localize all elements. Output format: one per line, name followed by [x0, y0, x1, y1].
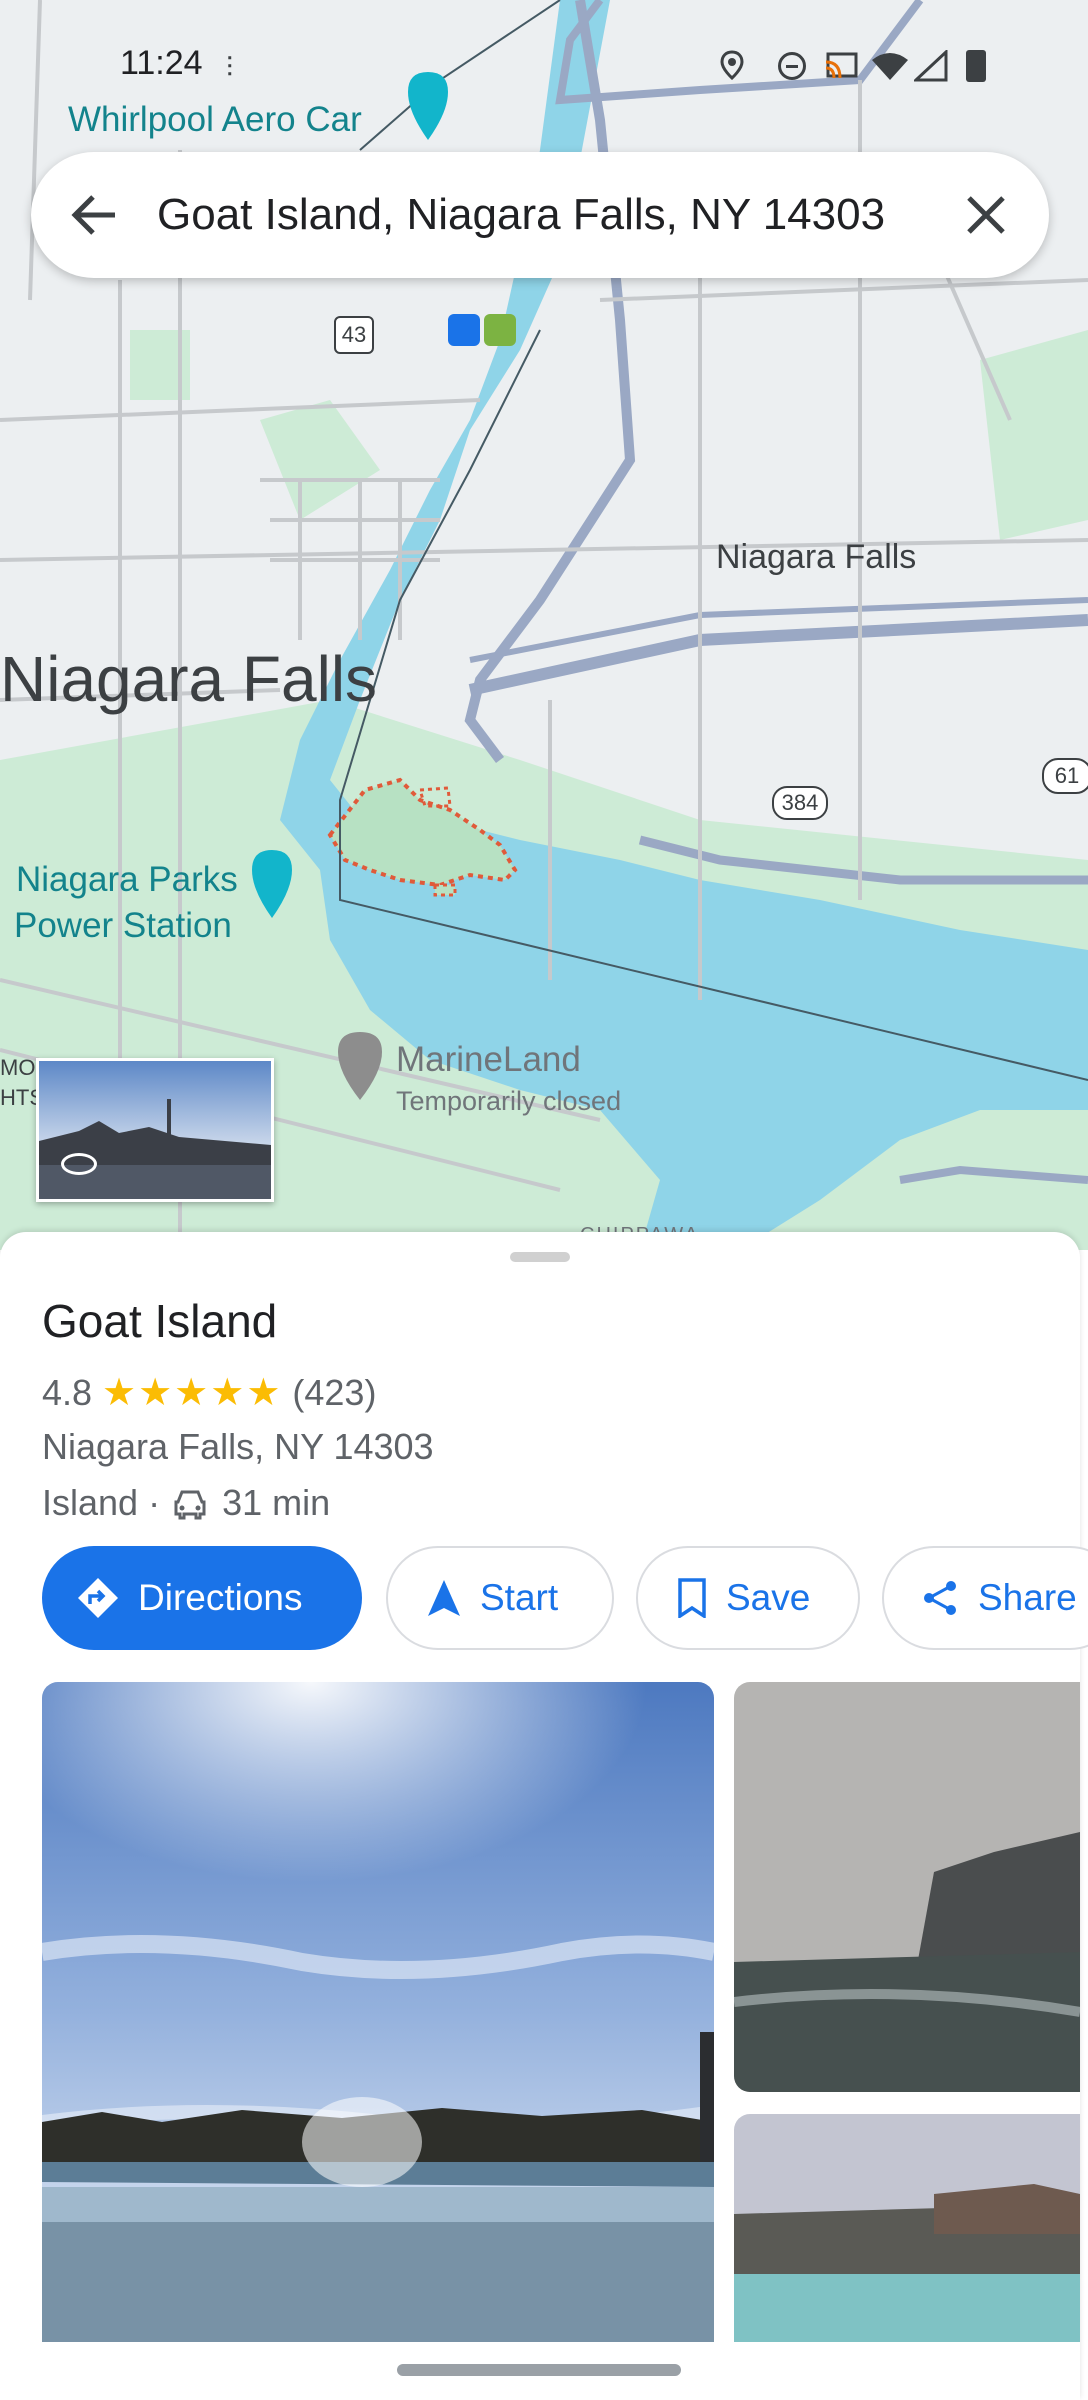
close-icon[interactable] — [959, 188, 1013, 242]
share-icon — [920, 1578, 960, 1618]
car-icon — [172, 1487, 208, 1520]
gesture-nav-bar[interactable] — [397, 2364, 681, 2376]
share-label: Share — [978, 1577, 1077, 1618]
map-label-whirlpool[interactable]: Whirlpool Aero Car — [68, 100, 362, 140]
status-bar: 11:24 ⫶ — [0, 30, 1088, 100]
location-icon — [720, 50, 744, 80]
battery-icon — [966, 50, 986, 82]
sheet-drag-handle[interactable] — [510, 1252, 570, 1262]
map-label-niagara-falls-city: Niagara Falls — [0, 643, 378, 715]
bus-transit-icon[interactable] — [448, 314, 480, 346]
save-label: Save — [726, 1577, 811, 1618]
start-label: Start — [480, 1577, 559, 1618]
signal-icon — [914, 50, 948, 82]
drive-time: 31 min — [222, 1482, 331, 1523]
route-shield-43: 43 — [334, 316, 374, 354]
map-label-marineland[interactable]: MarineLand — [396, 1040, 581, 1080]
place-photo-falls-edge[interactable] — [734, 2114, 1080, 2342]
place-title: Goat Island — [42, 1295, 278, 1347]
back-arrow-icon[interactable] — [67, 188, 121, 242]
directions-button[interactable]: Directions — [42, 1546, 362, 1650]
directions-diamond-icon — [76, 1576, 120, 1620]
voice-wave-icon: ⫶ — [226, 52, 234, 83]
street-view-thumbnail[interactable] — [36, 1058, 274, 1202]
do-not-disturb-icon — [778, 52, 806, 80]
cast-icon — [824, 52, 858, 80]
review-count[interactable]: (423) — [292, 1372, 376, 1414]
map-label-parks-power-1[interactable]: Niagara Parks — [16, 860, 238, 900]
wifi-icon — [870, 50, 910, 82]
share-button[interactable]: Share — [882, 1546, 1088, 1650]
rating-row[interactable]: 4.8 ★★★★★ (423) — [42, 1370, 376, 1415]
route-shield-384: 384 — [772, 786, 828, 820]
route-shield-61: 61 — [1042, 758, 1088, 794]
search-query[interactable]: Goat Island, Niagara Falls, NY 14303 — [157, 190, 885, 240]
rating-value: 4.8 — [42, 1371, 93, 1413]
place-category-row: Island · 31 min — [42, 1482, 330, 1524]
bookmark-icon — [676, 1578, 708, 1620]
rotate-360-icon — [61, 1153, 97, 1175]
status-time: 11:24 — [120, 44, 203, 82]
map-label-marineland-status: Temporarily closed — [396, 1086, 622, 1116]
save-button[interactable]: Save — [636, 1546, 860, 1650]
map-label-parks-power-2[interactable]: Power Station — [14, 906, 232, 946]
place-sheet[interactable]: Goat Island 4.8 ★★★★★ (423) Niagara Fall… — [0, 1232, 1088, 2400]
place-category: Island · — [42, 1482, 161, 1523]
place-photo-main[interactable] — [42, 1682, 714, 2342]
search-bar[interactable]: Goat Island, Niagara Falls, NY 14303 — [31, 152, 1049, 278]
directions-label: Directions — [138, 1577, 303, 1618]
rating-stars: ★★★★★ — [102, 1372, 283, 1414]
navigation-arrow-icon — [426, 1578, 462, 1618]
map-view[interactable]: Whirlpool Aero Car Niagara Falls Niagara… — [0, 0, 1088, 1250]
start-button[interactable]: Start — [386, 1546, 614, 1650]
place-address: Niagara Falls, NY 14303 — [42, 1426, 434, 1467]
map-label-niagara-falls: Niagara Falls — [716, 538, 917, 576]
ferry-transit-icon[interactable] — [484, 314, 516, 346]
place-photo-falls-mist[interactable] — [734, 1682, 1080, 2092]
